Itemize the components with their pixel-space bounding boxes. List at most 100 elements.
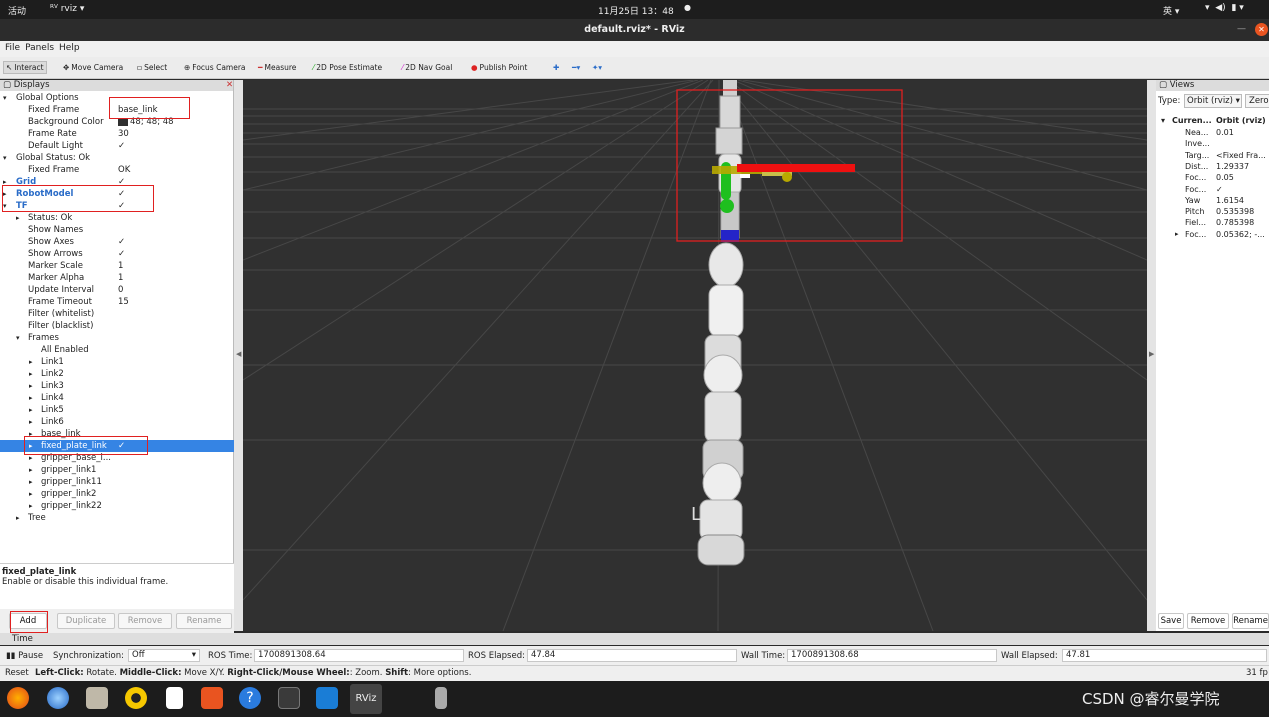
display-row[interactable]: Fixed Frame OK	[0, 164, 234, 176]
view-property-value[interactable]: 0.05	[1216, 172, 1234, 183]
view-remove-button[interactable]: Remove	[1187, 613, 1229, 629]
checkbox[interactable]: ✓	[118, 248, 125, 260]
right-splitter[interactable]: ▶	[1147, 80, 1156, 631]
expand-down-icon[interactable]: ▾	[3, 92, 7, 104]
expand-right-icon[interactable]: ▸	[29, 404, 33, 416]
checkbox[interactable]: ✓	[118, 236, 125, 248]
display-row[interactable]: All Enabled	[0, 344, 234, 356]
view-property-row[interactable]: Foc... ✓	[1156, 184, 1269, 195]
view-type-select[interactable]: Orbit (rviz) ▾	[1184, 94, 1242, 108]
display-row[interactable]: ▸ gripper_link2	[0, 488, 234, 500]
panel-close-icon[interactable]: ✕	[226, 80, 233, 91]
vscode-icon[interactable]	[316, 687, 338, 709]
thunderbird-icon[interactable]	[47, 687, 69, 709]
expand-right-icon[interactable]: ▸	[1175, 229, 1179, 240]
display-row[interactable]: Show Names	[0, 224, 234, 236]
expand-right-icon[interactable]: ▸	[29, 392, 33, 404]
publish-point-tool[interactable]: ● Publish Point	[471, 63, 527, 72]
measure-tool[interactable]: ━ Measure	[258, 63, 296, 72]
display-row[interactable]: Marker Alpha 1	[0, 272, 234, 284]
expand-right-icon[interactable]: ▸	[29, 476, 33, 488]
display-row[interactable]: ▸ Link2	[0, 368, 234, 380]
focus-camera-tool[interactable]: ⊕ Focus Camera	[184, 63, 246, 72]
display-row-value[interactable]: 1	[118, 272, 123, 284]
view-property-value[interactable]: 0.785398	[1216, 217, 1254, 228]
left-splitter[interactable]: ◀	[234, 80, 243, 631]
interact-tool[interactable]: ↖ Interact	[3, 61, 47, 74]
view-property-value[interactable]: 1.29337	[1216, 161, 1249, 172]
software-icon[interactable]	[201, 687, 223, 709]
expand-down-icon[interactable]: ▾	[16, 332, 20, 344]
tool-options-icon[interactable]: ✦▾	[592, 63, 602, 72]
view-property-value[interactable]: 0.05362; -...	[1216, 229, 1265, 240]
expand-right-icon[interactable]: ▸	[29, 368, 33, 380]
files-icon[interactable]	[86, 687, 108, 709]
view-property-value[interactable]: 0.01	[1216, 127, 1234, 138]
display-row[interactable]: Show Arrows ✓	[0, 248, 234, 260]
display-row[interactable]: ▸ Link5	[0, 404, 234, 416]
display-row[interactable]: Frame Timeout 15	[0, 296, 234, 308]
select-tool[interactable]: ▫ Select	[137, 63, 167, 72]
view-property-row[interactable]: Dist... 1.29337	[1156, 161, 1269, 172]
view-property-row[interactable]: Foc... 0.05	[1156, 172, 1269, 183]
input-method[interactable]: 英 ▾	[1163, 4, 1179, 17]
display-row[interactable]: Default Light ✓	[0, 140, 234, 152]
expand-right-icon[interactable]: ▸	[29, 356, 33, 368]
collapse-right-icon[interactable]: ▶	[1149, 350, 1154, 358]
help-icon[interactable]: ?	[239, 687, 261, 709]
pause-button[interactable]: ▮▮ Pause	[6, 651, 43, 661]
display-row[interactable]: Marker Scale 1	[0, 260, 234, 272]
display-row[interactable]: Filter (whitelist)	[0, 308, 234, 320]
menu-help[interactable]: Help	[59, 43, 80, 53]
display-row[interactable]: ▸ Status: Ok	[0, 212, 234, 224]
duplicate-button[interactable]: Duplicate	[57, 613, 115, 629]
remove-button[interactable]: Remove	[118, 613, 172, 629]
display-row[interactable]: ▾ Global Status: Ok	[0, 152, 234, 164]
display-row[interactable]: ▸ Link3	[0, 380, 234, 392]
expand-right-icon[interactable]: ▸	[29, 488, 33, 500]
clock[interactable]: 11月25日 13：48	[598, 4, 674, 17]
move-camera-tool[interactable]: ✥ Move Camera	[63, 63, 123, 72]
menu-file[interactable]: File	[5, 43, 20, 53]
view-property-row[interactable]: Nea... 0.01	[1156, 127, 1269, 138]
rhythmbox-icon[interactable]	[125, 687, 147, 709]
expand-right-icon[interactable]: ▸	[16, 212, 20, 224]
minimize-icon[interactable]: —	[1237, 24, 1246, 34]
view-property-row[interactable]: Inve...	[1156, 138, 1269, 149]
view-property-row[interactable]: Yaw 1.6154	[1156, 195, 1269, 206]
sync-select[interactable]: Off ▾	[128, 649, 200, 662]
display-row[interactable]: Filter (blacklist)	[0, 320, 234, 332]
current-view-row[interactable]: ▾ Curren... Orbit (rviz)	[1156, 115, 1269, 126]
expand-right-icon[interactable]: ▸	[29, 416, 33, 428]
display-row[interactable]: ▾ Frames	[0, 332, 234, 344]
ros-elapsed-field[interactable]: 47.84	[527, 649, 737, 662]
display-row[interactable]: Show Axes ✓	[0, 236, 234, 248]
usb-drive-icon[interactable]	[435, 687, 447, 709]
display-row[interactable]: ▸ gripper_link11	[0, 476, 234, 488]
close-icon[interactable]: ✕	[1255, 23, 1268, 36]
expand-down-icon[interactable]: ▾	[3, 152, 7, 164]
display-row-value[interactable]: 1	[118, 260, 123, 272]
zero-button[interactable]: Zero	[1245, 94, 1269, 108]
checkbox[interactable]: ✓	[118, 140, 125, 152]
view-property-row[interactable]: ▸ Foc... 0.05362; -...	[1156, 229, 1269, 240]
reset-button[interactable]: Reset	[5, 666, 29, 681]
expand-right-icon[interactable]: ▸	[16, 512, 20, 524]
expand-right-icon[interactable]: ▸	[29, 464, 33, 476]
ros-time-field[interactable]: 1700891308.64	[254, 649, 464, 662]
display-row[interactable]: ▸ Link1	[0, 356, 234, 368]
wall-time-field[interactable]: 1700891308.68	[787, 649, 997, 662]
display-row[interactable]: ▸ gripper_link22	[0, 500, 234, 512]
menu-panels[interactable]: Panels	[25, 43, 54, 53]
system-status-icons[interactable]: ▾ ◀) ▮ ▾	[1205, 3, 1244, 13]
display-row-value[interactable]: 30	[118, 128, 129, 140]
display-row[interactable]: ▸ gripper_link1	[0, 464, 234, 476]
expand-right-icon[interactable]: ▸	[29, 380, 33, 392]
collapse-left-icon[interactable]: ◀	[236, 350, 241, 358]
add-tool-icon[interactable]: ✚	[553, 63, 559, 72]
view-property-row[interactable]: Pitch 0.535398	[1156, 206, 1269, 217]
view-property-row[interactable]: Targ... <Fixed Fra...	[1156, 150, 1269, 161]
display-row[interactable]: ▸ Link6	[0, 416, 234, 428]
display-row[interactable]: Frame Rate 30	[0, 128, 234, 140]
render-viewport[interactable]: L	[243, 80, 1147, 631]
